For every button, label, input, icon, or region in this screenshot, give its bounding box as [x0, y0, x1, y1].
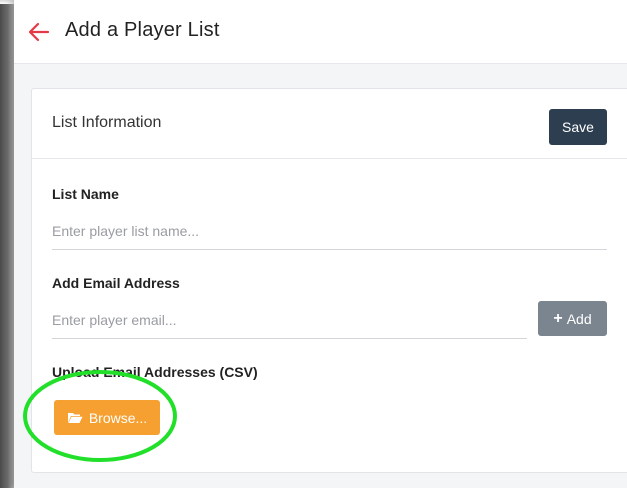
plus-icon: + — [553, 309, 563, 327]
card-header: List Information Save — [32, 89, 627, 159]
highlight-circle-annotation — [23, 370, 177, 462]
page-header: Add a Player List — [14, 0, 627, 64]
email-input[interactable] — [52, 312, 527, 339]
window-shadow-edge — [0, 0, 14, 488]
card-title: List Information — [52, 114, 162, 131]
list-name-input[interactable] — [52, 223, 607, 250]
add-button-label: Add — [566, 310, 592, 327]
list-name-label: List Name — [52, 186, 119, 202]
arrow-left-icon[interactable] — [28, 22, 50, 42]
add-email-button[interactable]: + Add — [538, 301, 607, 336]
email-label: Add Email Address — [52, 275, 180, 291]
page-title: Add a Player List — [65, 19, 220, 41]
save-button[interactable]: Save — [549, 109, 607, 145]
